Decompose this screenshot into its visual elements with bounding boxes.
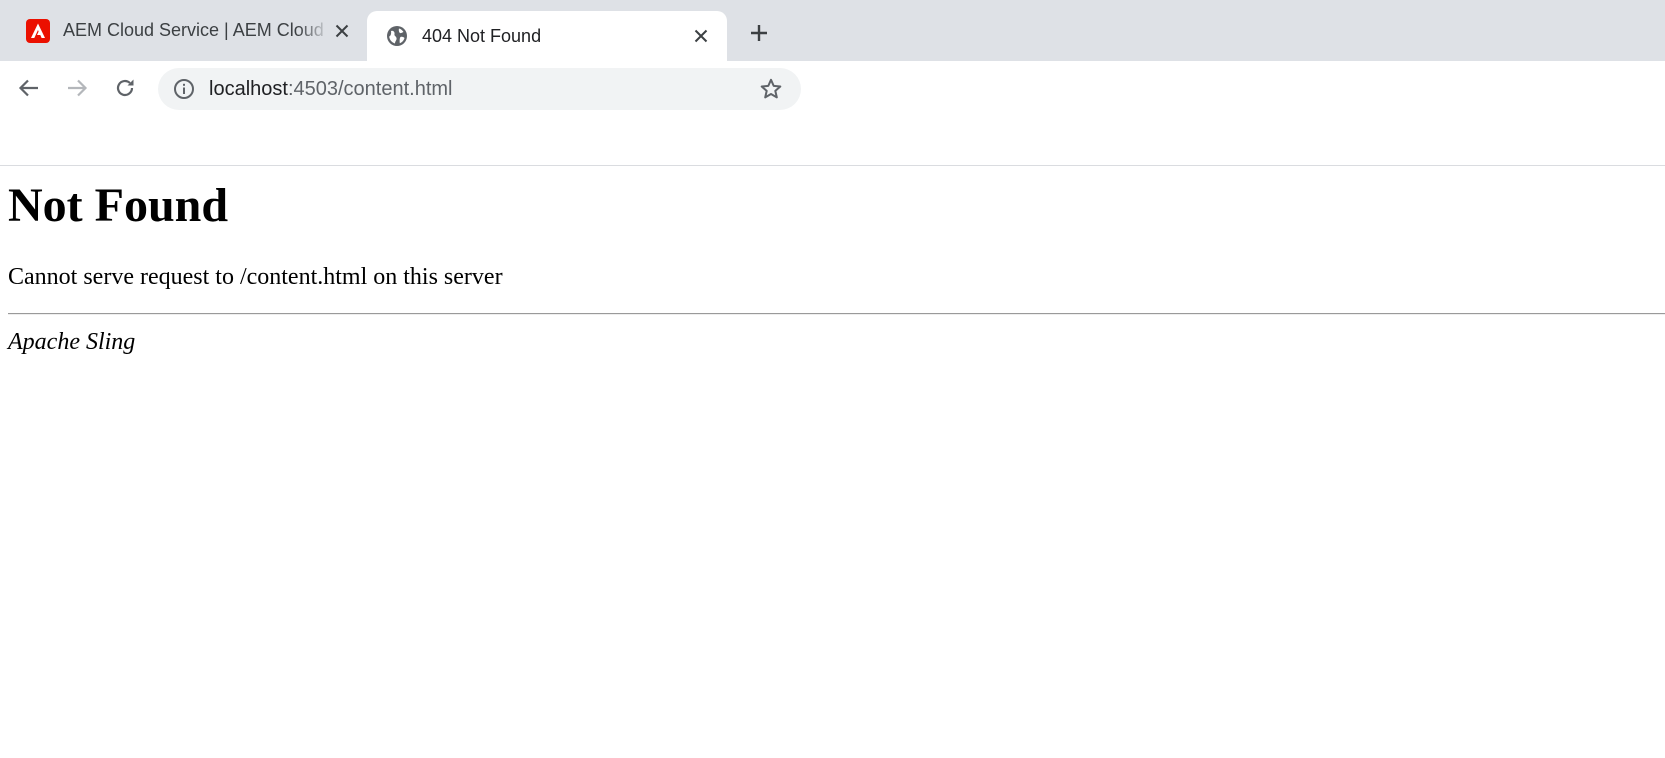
new-tab-button[interactable] — [744, 20, 774, 50]
back-button[interactable] — [12, 73, 46, 107]
url-path: :4503/content.html — [287, 78, 453, 100]
star-icon[interactable] — [759, 77, 783, 101]
forward-button[interactable] — [60, 73, 94, 107]
close-tab-icon[interactable] — [330, 19, 354, 43]
url-host: localhost — [209, 78, 288, 100]
page-title: Not Found — [8, 179, 229, 232]
server-signature: Apache Sling — [8, 329, 136, 355]
globe-icon — [385, 24, 409, 48]
error-message: Cannot serve request to /content.html on… — [8, 264, 503, 290]
close-tab-icon[interactable] — [689, 24, 713, 48]
adobe-logo-icon — [26, 18, 50, 43]
back-arrow-icon — [18, 77, 40, 104]
address-bar[interactable]: localhost:4503/content.html — [158, 68, 801, 110]
page-content: Not Found Cannot serve request to /conte… — [0, 166, 1665, 758]
reload-button[interactable] — [108, 73, 142, 107]
forward-arrow-icon — [66, 77, 88, 104]
info-icon[interactable] — [173, 78, 195, 100]
tab-404-not-found[interactable]: 404 Not Found — [367, 11, 727, 61]
reload-icon — [114, 77, 136, 104]
divider — [8, 313, 1665, 315]
tab-title: 404 Not Found — [422, 25, 542, 46]
plus-icon — [749, 23, 769, 48]
tab-strip: AEM Cloud Service | AEM Cloud Service 40… — [0, 0, 1665, 61]
url-text[interactable]: localhost:4503/content.html — [209, 68, 453, 110]
tab-aem-cloud-service[interactable]: AEM Cloud Service | AEM Cloud Service — [16, 0, 364, 61]
browser-toolbar: localhost:4503/content.html — [0, 61, 1665, 166]
tab-title: AEM Cloud Service | AEM Cloud Service — [63, 20, 330, 40]
